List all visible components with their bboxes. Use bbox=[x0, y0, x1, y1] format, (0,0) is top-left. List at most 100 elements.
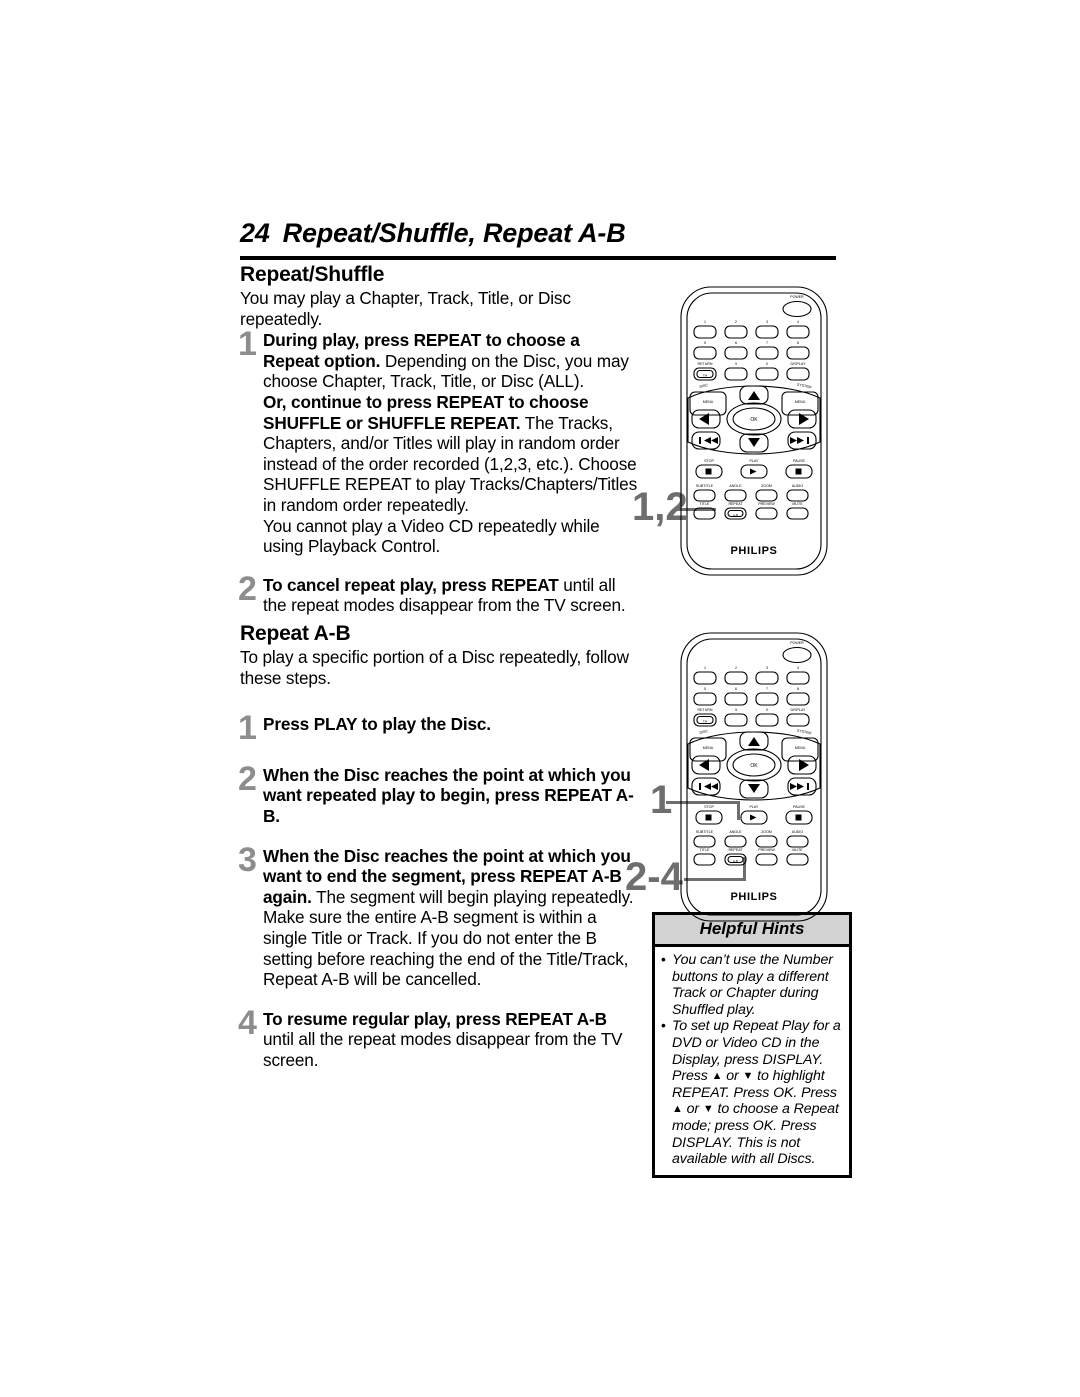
remote-key-labels: POWER 1234 5678 RETURN 9 0 DISPLAY TM DISC … bbox=[696, 641, 812, 863]
svg-text:SUBTITLE: SUBTITLE bbox=[696, 830, 714, 834]
remote-svg: POWER 1234 5678 RETURN 9 0 DISPLAY TM DISC … bbox=[680, 286, 828, 576]
page-title-line: 24 Repeat/Shuffle, Repeat A-B bbox=[240, 218, 840, 249]
pause-icon bbox=[795, 468, 802, 475]
step-number: 2 bbox=[238, 759, 257, 798]
up-triangle-icon: ▲ bbox=[711, 1070, 723, 1083]
svg-text:5: 5 bbox=[704, 341, 706, 345]
remote-body bbox=[680, 632, 828, 922]
step-4: 4 To resume regular play, press REPEAT A… bbox=[238, 1006, 640, 1071]
key-9 bbox=[724, 367, 748, 381]
svg-text:MENU: MENU bbox=[703, 400, 714, 404]
svg-text:0: 0 bbox=[766, 708, 768, 712]
key-2 bbox=[724, 671, 748, 685]
step-number: 1 bbox=[238, 709, 257, 748]
key-1 bbox=[693, 325, 717, 339]
svg-text:5: 5 bbox=[704, 687, 706, 691]
svg-text:4: 4 bbox=[797, 320, 799, 324]
step-text: You cannot play a Video CD repeatedly wh… bbox=[263, 516, 640, 557]
svg-text:A-B: A-B bbox=[733, 859, 738, 863]
helpful-hints-body: You can’t use the Number buttons to play… bbox=[655, 947, 849, 1175]
step-text-rest: You cannot play a Video CD repeatedly wh… bbox=[263, 515, 600, 557]
svg-text:MENU: MENU bbox=[703, 746, 714, 750]
svg-text:TM: TM bbox=[703, 720, 708, 724]
svg-text:PREVIEW: PREVIEW bbox=[758, 502, 775, 506]
power-button bbox=[782, 300, 812, 318]
step-text: When the Disc reaches the point at which… bbox=[263, 846, 640, 908]
zoom-button bbox=[755, 835, 778, 848]
key-display bbox=[786, 713, 810, 727]
svg-text:TITLE: TITLE bbox=[700, 502, 710, 506]
svg-text:PLAY: PLAY bbox=[750, 805, 760, 809]
svg-text:REPEAT: REPEAT bbox=[728, 502, 743, 506]
step-text-rest: Make sure the entire A-B segment is with… bbox=[263, 907, 629, 990]
skip-back-icon bbox=[699, 437, 701, 444]
step-text: To resume regular play, press REPEAT A-B… bbox=[263, 1009, 640, 1071]
hint-item: To set up Repeat Play for a DVD or Video… bbox=[661, 1017, 843, 1167]
stop-icon bbox=[705, 468, 712, 475]
step-3: 3 When the Disc reaches the point at whi… bbox=[238, 840, 640, 990]
up-triangle-icon: ▲ bbox=[672, 1103, 683, 1116]
svg-text:ANGLE: ANGLE bbox=[729, 830, 742, 834]
svg-text:DISC: DISC bbox=[699, 383, 709, 389]
zoom-button bbox=[755, 489, 778, 502]
svg-text:9: 9 bbox=[735, 362, 737, 366]
svg-text:AUDIO: AUDIO bbox=[792, 830, 804, 834]
down-arrow-icon bbox=[748, 438, 760, 447]
svg-text:2: 2 bbox=[735, 320, 737, 324]
step-number: 1 bbox=[238, 325, 257, 364]
step-text: During play, press REPEAT to choose a Re… bbox=[263, 330, 640, 392]
step-text: Press PLAY to play the Disc. bbox=[263, 714, 640, 735]
page-title: Repeat/Shuffle, Repeat A-B bbox=[282, 218, 626, 248]
svg-text:DISC: DISC bbox=[699, 729, 709, 735]
down-triangle-icon: ▼ bbox=[742, 1070, 754, 1083]
play-icon bbox=[750, 468, 757, 475]
svg-text:ZOOM: ZOOM bbox=[761, 830, 772, 834]
remote-body bbox=[680, 286, 828, 576]
svg-text:7: 7 bbox=[766, 341, 768, 345]
svg-text:MENU: MENU bbox=[795, 746, 806, 750]
shuffle-button bbox=[693, 507, 716, 520]
section-heading: Repeat/Shuffle bbox=[240, 263, 385, 286]
svg-text:TM: TM bbox=[703, 374, 708, 378]
step-text-rest: until all the repeat modes disappear fro… bbox=[263, 1029, 623, 1070]
remote-body-inner bbox=[686, 638, 822, 916]
step-number: 3 bbox=[238, 840, 257, 879]
svg-text:PLAY: PLAY bbox=[750, 459, 760, 463]
pause-icon bbox=[795, 814, 802, 821]
step-1: 1 Press PLAY to play the Disc. bbox=[238, 711, 640, 745]
svg-text:PAUSE: PAUSE bbox=[793, 459, 806, 463]
step-text: Or, continue to press REPEAT to choose S… bbox=[263, 392, 640, 516]
svg-text:ZOOM: ZOOM bbox=[761, 484, 772, 488]
svg-text:OK: OK bbox=[750, 417, 758, 423]
svg-text:OK: OK bbox=[750, 763, 758, 769]
remote-key-labels: POWER 1234 5678 RETURN 9 0 DISPLAY TM DISC … bbox=[696, 295, 812, 517]
svg-text:1: 1 bbox=[704, 666, 706, 670]
helpful-hints-box: Helpful Hints You can’t use the Number b… bbox=[652, 912, 852, 1178]
svg-text:DISPLAY: DISPLAY bbox=[791, 708, 807, 712]
step-number: 2 bbox=[238, 569, 257, 608]
subtitle-button bbox=[693, 835, 716, 848]
svg-text:STOP: STOP bbox=[704, 459, 714, 463]
step-text-bold: Press PLAY to play the Disc. bbox=[263, 714, 491, 735]
svg-text:8: 8 bbox=[797, 341, 799, 345]
power-button bbox=[782, 646, 812, 664]
mute-button bbox=[786, 507, 809, 520]
step-text-bold: When the Disc reaches the point at which… bbox=[263, 764, 634, 826]
step-2: 2 To cancel repeat play, press REPEAT un… bbox=[238, 569, 640, 616]
audio-button bbox=[786, 835, 809, 848]
header-rule bbox=[240, 256, 836, 260]
svg-text:RETURN: RETURN bbox=[698, 362, 713, 366]
shuffle-button bbox=[693, 853, 716, 866]
up-arrow-icon bbox=[748, 391, 760, 400]
svg-text:9: 9 bbox=[735, 708, 737, 712]
svg-text:REPEAT: REPEAT bbox=[728, 848, 743, 852]
preview-button bbox=[755, 507, 778, 520]
key-8 bbox=[786, 346, 810, 360]
section-intro: You may play a Chapter, Track, Title, or… bbox=[240, 288, 571, 329]
key-5 bbox=[693, 692, 717, 706]
svg-text:SYSTEM: SYSTEM bbox=[797, 729, 812, 736]
key-3 bbox=[755, 325, 779, 339]
step-text-bold: To cancel repeat play, press REPEAT bbox=[263, 574, 559, 595]
skip-forward-icon bbox=[807, 783, 809, 790]
svg-text:3: 3 bbox=[766, 320, 768, 324]
